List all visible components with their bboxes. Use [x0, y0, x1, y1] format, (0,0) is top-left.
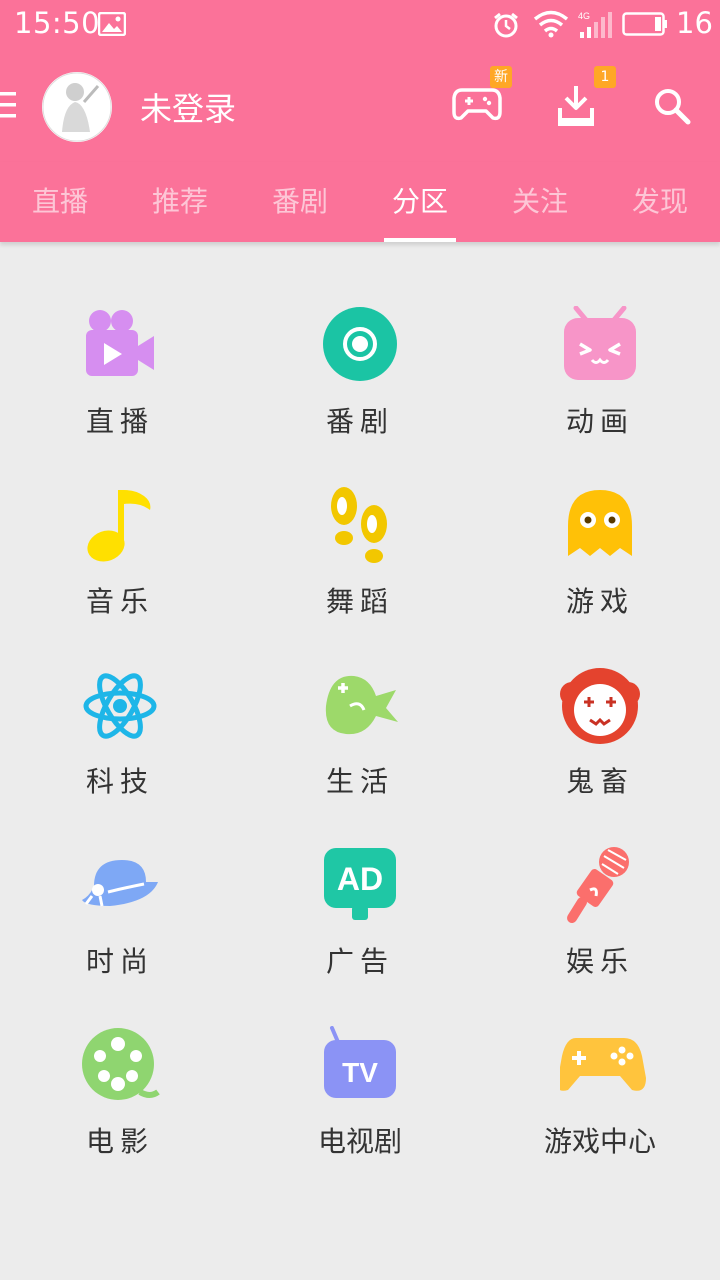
- category-label: 游戏中心: [543, 1125, 656, 1158]
- category-label: 科技: [85, 765, 154, 798]
- tv-icon: TV: [320, 1026, 400, 1106]
- category-label: 直播: [85, 405, 154, 438]
- bangumi-disc-icon: [320, 306, 400, 386]
- tab-partition[interactable]: 分区: [360, 162, 480, 242]
- ghost-icon: [560, 486, 640, 566]
- category-label: 番剧: [325, 405, 394, 438]
- category-life[interactable]: 生活: [260, 666, 460, 816]
- category-tv-series[interactable]: TV 电视剧: [260, 1026, 460, 1176]
- category-kichiku[interactable]: 鬼畜: [500, 666, 700, 816]
- category-label: 时尚: [85, 945, 154, 978]
- category-label: 电影: [85, 1125, 154, 1158]
- svg-text:AD: AD: [337, 861, 383, 897]
- image-notification-icon: [97, 11, 127, 40]
- atom-icon: [80, 666, 160, 746]
- tab-indicator: [384, 238, 456, 242]
- username-label[interactable]: 未登录: [140, 84, 236, 130]
- app-bar: 未登录 新 1: [0, 50, 720, 162]
- fish-icon: [320, 666, 400, 746]
- wifi-icon: [533, 10, 569, 42]
- cellular-signal-icon: 4G: [578, 10, 614, 44]
- footprints-icon: [320, 486, 400, 566]
- game-center-button[interactable]: [452, 84, 502, 128]
- tab-discover[interactable]: 发现: [600, 162, 720, 242]
- category-label: 广告: [325, 945, 394, 978]
- category-advertising[interactable]: AD 广告: [260, 846, 460, 996]
- svg-text:4G: 4G: [578, 11, 590, 21]
- menu-icon[interactable]: [0, 90, 18, 124]
- category-label: 音乐: [85, 585, 154, 618]
- category-live[interactable]: 直播: [20, 306, 220, 456]
- category-game-center[interactable]: 游戏中心: [500, 1026, 700, 1176]
- category-label: 动画: [565, 405, 634, 438]
- category-dance[interactable]: 舞蹈: [260, 486, 460, 636]
- category-label: 电视剧: [317, 1125, 402, 1158]
- category-technology[interactable]: 科技: [20, 666, 220, 816]
- microphone-icon: [560, 846, 640, 926]
- category-game[interactable]: 游戏: [500, 486, 700, 636]
- music-note-icon: [80, 486, 160, 566]
- avatar[interactable]: [42, 72, 112, 142]
- svg-text:TV: TV: [342, 1057, 378, 1088]
- category-label: 娱乐: [565, 945, 634, 978]
- category-entertainment[interactable]: 娱乐: [500, 846, 700, 996]
- film-reel-icon: [80, 1026, 160, 1106]
- gamepad-icon: [557, 1026, 646, 1106]
- download-count-badge: 1: [594, 66, 616, 88]
- category-label: 鬼畜: [565, 765, 634, 798]
- alarm-icon: [492, 11, 520, 43]
- tab-bangumi[interactable]: 番剧: [240, 162, 360, 242]
- tab-recommend[interactable]: 推荐: [120, 162, 240, 242]
- search-icon[interactable]: [652, 86, 692, 130]
- battery-icon: [622, 12, 668, 40]
- tab-follow[interactable]: 关注: [480, 162, 600, 242]
- status-bar: 15:50 4G 16: [0, 0, 720, 50]
- category-label: 生活: [325, 765, 394, 798]
- category-label: 舞蹈: [325, 585, 394, 618]
- category-label: 游戏: [565, 585, 634, 618]
- category-bangumi[interactable]: 番剧: [260, 306, 460, 456]
- category-movie[interactable]: 电影: [20, 1026, 220, 1176]
- category-animation[interactable]: 动画: [500, 305, 700, 456]
- tv-mascot-icon: [560, 305, 640, 386]
- tab-bar: 直播 推荐 番剧 分区 关注 发现: [0, 162, 720, 242]
- status-time: 15:50: [14, 6, 101, 40]
- category-fashion[interactable]: 时尚: [20, 846, 220, 996]
- clown-icon: [560, 666, 640, 746]
- category-music[interactable]: 音乐: [20, 486, 220, 636]
- hat-icon: [80, 846, 160, 926]
- game-new-badge: 新: [490, 66, 512, 88]
- download-button[interactable]: [556, 84, 596, 132]
- ad-bubble-icon: AD: [320, 846, 400, 926]
- battery-level: 16: [676, 6, 713, 40]
- video-camera-icon: [80, 306, 160, 386]
- tab-live[interactable]: 直播: [0, 162, 120, 242]
